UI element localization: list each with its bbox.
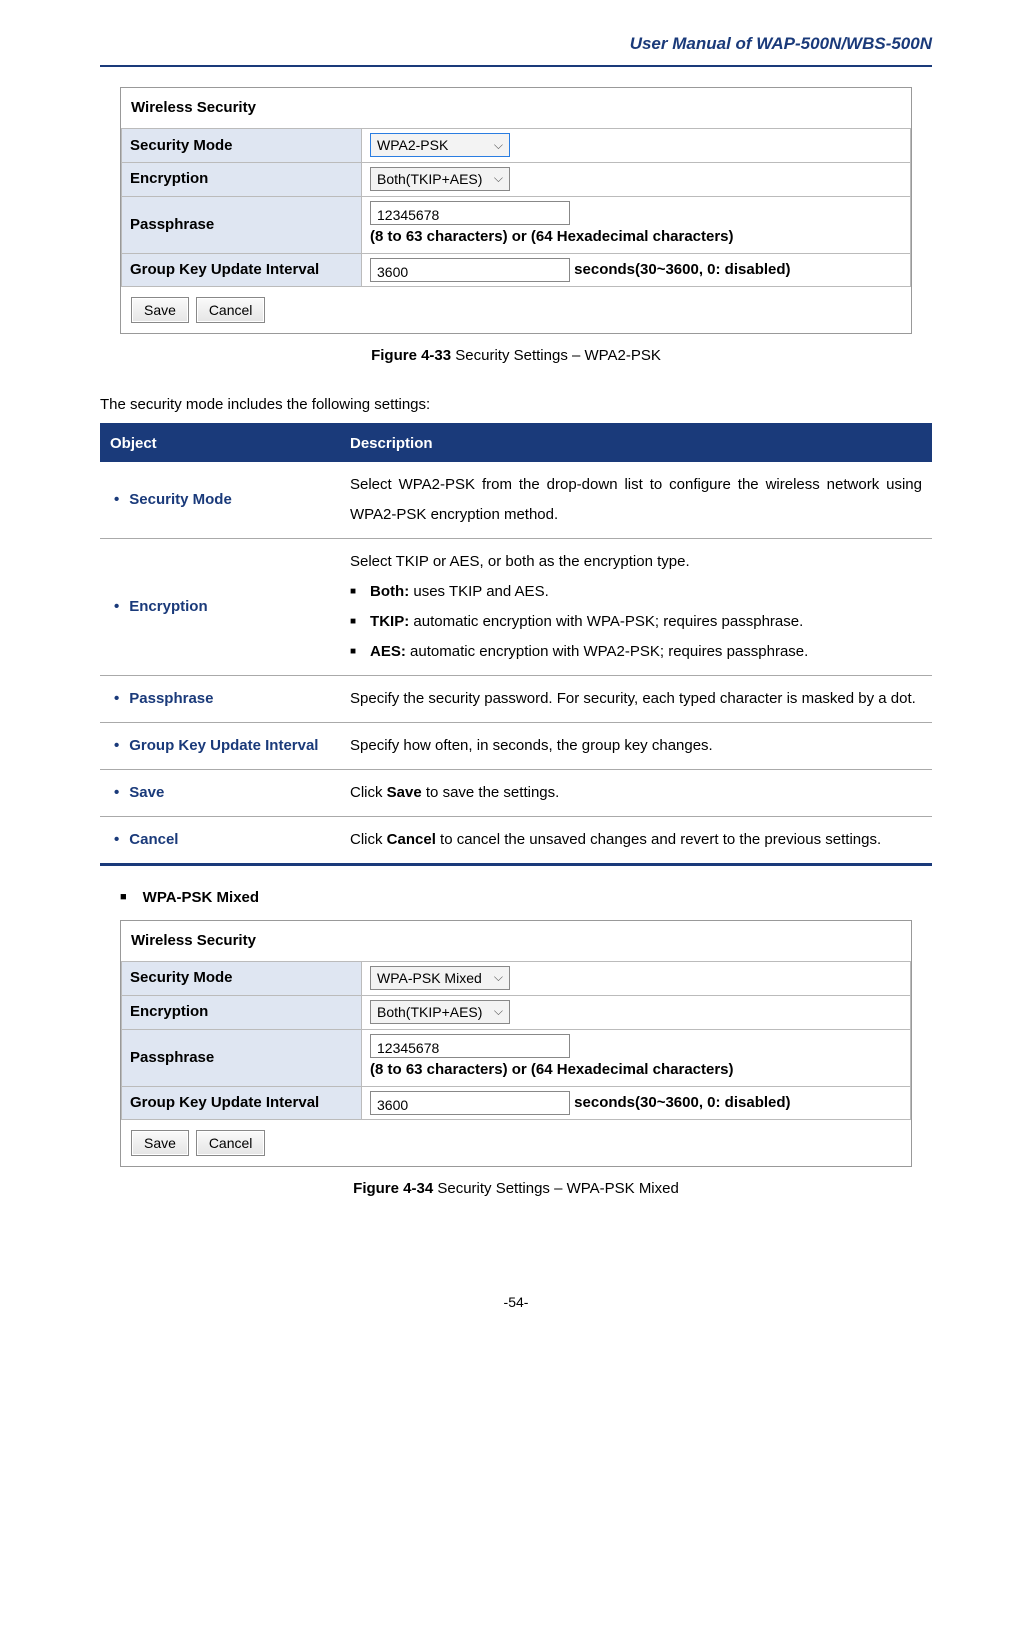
save-button[interactable]: Save: [131, 297, 189, 323]
desc-save: Click Save to save the settings.: [340, 769, 932, 816]
list-item: AES: automatic encryption with WPA2-PSK;…: [350, 637, 922, 667]
figure-text: Security Settings – WPA2-PSK: [451, 347, 661, 364]
desc-passphrase: Specify the security password. For secur…: [340, 675, 932, 722]
save-button[interactable]: Save: [131, 1130, 189, 1156]
figure-label: Figure 4-33: [371, 347, 451, 364]
interval-input[interactable]: 3600: [370, 258, 570, 282]
passphrase-input[interactable]: 12345678: [370, 201, 570, 225]
object-save: Save: [110, 784, 164, 801]
chevron-down-icon: ⌵: [494, 136, 503, 155]
button-row: Save Cancel: [121, 287, 911, 333]
desc-security-mode: Select WPA2-PSK from the drop-down list …: [340, 462, 932, 539]
section-header-wpapsk-mixed: WPA-PSK Mixed: [120, 886, 932, 910]
passphrase-hint: (8 to 63 characters) or (64 Hexadecimal …: [370, 1061, 734, 1078]
interval-label: Group Key Update Interval: [122, 1086, 362, 1119]
security-panel-wpa2psk: Wireless Security Security Mode WPA2-PSK…: [120, 87, 912, 334]
encryption-dropdown[interactable]: Both(TKIP+AES) ⌵: [370, 1000, 510, 1024]
figure-label: Figure 4-34: [353, 1180, 433, 1197]
desc-encryption-intro: Select TKIP or AES, or both as the encry…: [350, 553, 690, 570]
desc-encryption: Select TKIP or AES, or both as the encry…: [340, 538, 932, 675]
security-panel-wpapsk-mixed: Wireless Security Security Mode WPA-PSK …: [120, 920, 912, 1167]
security-mode-value: WPA2-PSK: [377, 134, 448, 156]
security-mode-label: Security Mode: [122, 961, 362, 995]
security-mode-dropdown[interactable]: WPA2-PSK ⌵: [370, 133, 510, 157]
figure-caption-2: Figure 4-34 Security Settings – WPA-PSK …: [100, 1177, 932, 1201]
cancel-button[interactable]: Cancel: [196, 297, 266, 323]
encryption-label: Encryption: [122, 995, 362, 1029]
panel-title: Wireless Security: [121, 921, 911, 961]
figure-caption-1: Figure 4-33 Security Settings – WPA2-PSK: [100, 344, 932, 368]
passphrase-input[interactable]: 12345678: [370, 1034, 570, 1058]
chevron-down-icon: ⌵: [494, 169, 503, 188]
security-mode-label: Security Mode: [122, 129, 362, 163]
panel-title: Wireless Security: [121, 88, 911, 128]
chevron-down-icon: ⌵: [494, 968, 503, 987]
object-interval: Group Key Update Interval: [110, 737, 318, 754]
list-item: Both: uses TKIP and AES.: [350, 577, 922, 607]
desc-interval: Specify how often, in seconds, the group…: [340, 722, 932, 769]
encryption-label: Encryption: [122, 163, 362, 197]
cancel-button[interactable]: Cancel: [196, 1130, 266, 1156]
security-mode-dropdown[interactable]: WPA-PSK Mixed ⌵: [370, 966, 510, 990]
chevron-down-icon: ⌵: [494, 1002, 503, 1021]
desc-cancel: Click Cancel to cancel the unsaved chang…: [340, 816, 932, 864]
list-item: TKIP: automatic encryption with WPA-PSK;…: [350, 607, 922, 637]
header-description: Description: [340, 424, 932, 462]
description-table: Object Description Security Mode Select …: [100, 423, 932, 866]
settings-table: Security Mode WPA2-PSK ⌵ Encryption Both…: [121, 128, 911, 287]
object-security-mode: Security Mode: [110, 491, 232, 508]
interval-label: Group Key Update Interval: [122, 253, 362, 286]
object-passphrase: Passphrase: [110, 690, 214, 707]
intro-text: The security mode includes the following…: [100, 393, 932, 417]
passphrase-label: Passphrase: [122, 1029, 362, 1086]
interval-hint: seconds(30~3600, 0: disabled): [574, 1094, 790, 1111]
security-mode-value: WPA-PSK Mixed: [377, 967, 482, 989]
interval-hint: seconds(30~3600, 0: disabled): [574, 261, 790, 278]
page-header-title: User Manual of WAP-500N/WBS-500N: [100, 30, 932, 65]
passphrase-hint: (8 to 63 characters) or (64 Hexadecimal …: [370, 228, 734, 245]
encryption-value: Both(TKIP+AES): [377, 168, 482, 190]
page-number: -54-: [100, 1291, 932, 1313]
button-row: Save Cancel: [121, 1120, 911, 1166]
object-encryption: Encryption: [110, 598, 208, 615]
object-cancel: Cancel: [110, 831, 178, 848]
interval-input[interactable]: 3600: [370, 1091, 570, 1115]
header-object: Object: [100, 424, 340, 462]
settings-table: Security Mode WPA-PSK Mixed ⌵ Encryption…: [121, 961, 911, 1120]
passphrase-label: Passphrase: [122, 196, 362, 253]
encryption-value: Both(TKIP+AES): [377, 1001, 482, 1023]
figure-text: Security Settings – WPA-PSK Mixed: [433, 1180, 679, 1197]
encryption-dropdown[interactable]: Both(TKIP+AES) ⌵: [370, 167, 510, 191]
header-rule: [100, 65, 932, 67]
